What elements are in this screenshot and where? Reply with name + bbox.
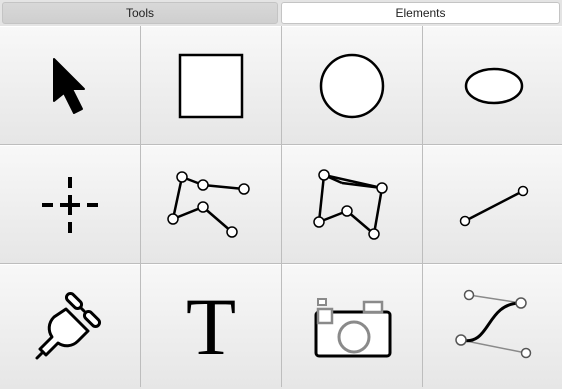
tool-bezier-button[interactable] bbox=[423, 264, 562, 389]
tool-connector-button[interactable] bbox=[0, 264, 140, 389]
tool-rectangle-button[interactable] bbox=[141, 26, 281, 144]
tool-circle-button[interactable] bbox=[282, 26, 422, 144]
line-icon bbox=[459, 185, 529, 226]
tab-elements[interactable]: Elements bbox=[281, 2, 560, 24]
tool-select-button[interactable] bbox=[0, 26, 140, 144]
tab-tools[interactable]: Tools bbox=[2, 2, 278, 24]
ellipse-icon bbox=[464, 67, 524, 104]
tool-palette: T bbox=[0, 26, 562, 389]
tool-line-button[interactable] bbox=[423, 145, 562, 263]
rectangle-icon bbox=[178, 53, 244, 118]
polygon-icon bbox=[313, 168, 388, 240]
circle-icon bbox=[319, 53, 385, 118]
crosshair-icon bbox=[42, 176, 98, 233]
tab-bar: Tools Elements bbox=[0, 0, 562, 26]
tool-ellipse-button[interactable] bbox=[423, 26, 562, 144]
polyline-icon bbox=[167, 170, 250, 238]
plug-icon bbox=[35, 291, 102, 360]
arrow-pointer-icon bbox=[53, 57, 85, 114]
tool-polygon-button[interactable] bbox=[282, 145, 422, 263]
tool-image-button[interactable] bbox=[282, 264, 422, 389]
tool-point-button[interactable] bbox=[0, 145, 140, 263]
tool-text-button[interactable]: T bbox=[141, 264, 281, 389]
tool-polyline-button[interactable] bbox=[141, 145, 281, 263]
svg-text:T: T bbox=[186, 290, 236, 364]
text-icon: T bbox=[186, 290, 236, 364]
camera-icon bbox=[314, 298, 392, 358]
bezier-curve-icon bbox=[455, 289, 532, 359]
